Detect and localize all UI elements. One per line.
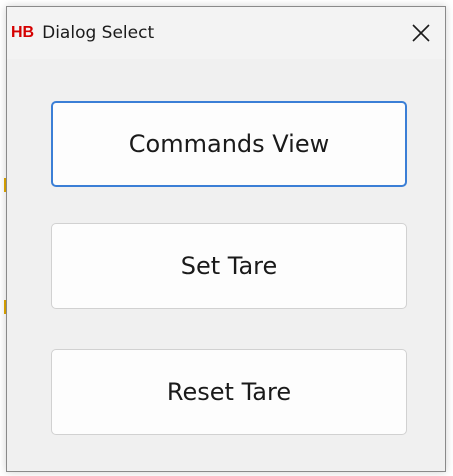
reset-tare-label: Reset Tare (166, 378, 292, 406)
set-tare-label: Set Tare (180, 252, 278, 280)
close-icon (412, 24, 430, 42)
commands-view-label: Commands View (128, 130, 330, 158)
window-title: Dialog Select (42, 23, 155, 43)
app-logo: HB (11, 24, 35, 41)
set-tare-button[interactable]: Set Tare (51, 223, 407, 309)
reset-tare-button[interactable]: Reset Tare (51, 349, 407, 435)
title-bar[interactable]: HB Dialog Select (7, 7, 445, 59)
dialog-select-window: HB Dialog Select Commands View Set Tare … (6, 6, 446, 472)
close-button[interactable] (403, 15, 439, 51)
commands-view-button[interactable]: Commands View (51, 101, 407, 187)
